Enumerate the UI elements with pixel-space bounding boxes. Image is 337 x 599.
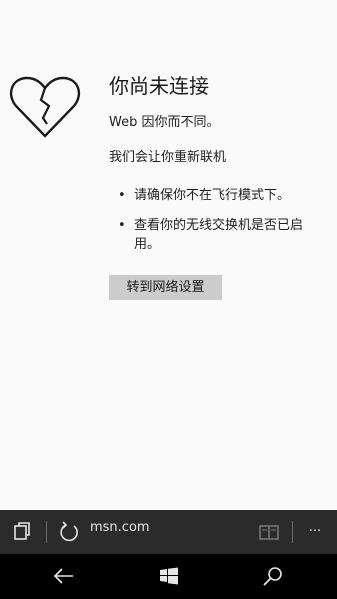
windows-start-icon[interactable]: [158, 565, 180, 587]
address-bar: ···: [0, 510, 337, 554]
network-settings-button[interactable]: 转到网络设置: [109, 275, 222, 300]
tip-text: 查看你的无线交换机是否已启用。: [134, 218, 304, 252]
toolbar-divider: [292, 521, 293, 543]
system-nav-bar: [0, 554, 337, 599]
tip-item: • 请确保你不在飞行模式下。: [118, 186, 318, 205]
bullet: •: [118, 218, 126, 233]
tabs-icon[interactable]: [12, 521, 34, 543]
refresh-icon[interactable]: [58, 521, 80, 543]
troubleshooting-tips: • 请确保你不在飞行模式下。 • 查看你的无线交换机是否已启用。: [118, 186, 318, 265]
back-arrow-icon[interactable]: [53, 565, 75, 587]
error-subtitle: Web 因你而不同。: [109, 115, 220, 130]
error-title: 你尚未连接: [109, 74, 209, 98]
address-url[interactable]: msn.com: [90, 510, 150, 554]
reconnect-message: 我们会让你重新联机: [109, 150, 227, 165]
search-icon[interactable]: [262, 565, 284, 587]
tip-text: 请确保你不在飞行模式下。: [134, 188, 291, 203]
bullet: •: [118, 188, 126, 203]
more-icon[interactable]: ···: [304, 521, 326, 543]
toolbar-divider: [46, 521, 47, 543]
broken-heart-icon: [9, 72, 81, 140]
reading-view-icon[interactable]: [258, 521, 280, 543]
error-page: 你尚未连接 Web 因你而不同。 我们会让你重新联机 • 请确保你不在飞行模式下…: [0, 0, 337, 510]
tip-item: • 查看你的无线交换机是否已启用。: [118, 216, 318, 254]
